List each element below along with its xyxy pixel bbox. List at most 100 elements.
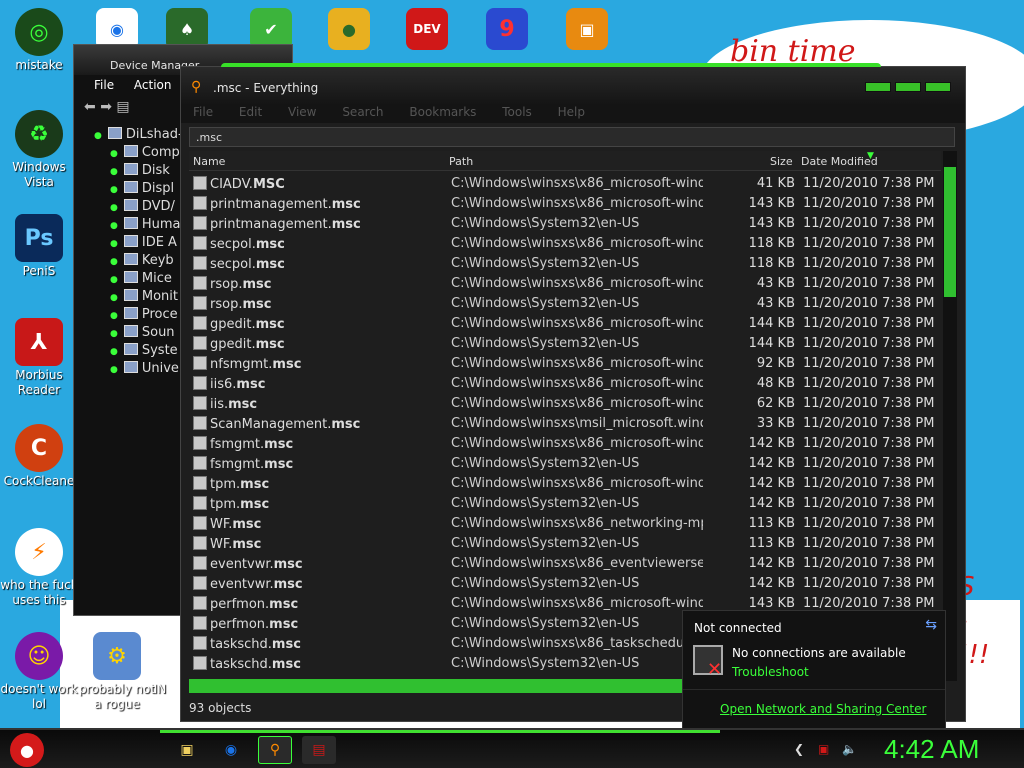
msc-file-icon bbox=[193, 456, 207, 470]
result-row[interactable]: iis.msc C:\Windows\winsxs\x86_microsoft-w… bbox=[189, 393, 941, 413]
result-date: 11/20/2010 7:38 PM bbox=[803, 296, 935, 311]
chrome-icon[interactable]: ◉ bbox=[214, 736, 248, 764]
everything-search-icon[interactable]: ⚲ bbox=[258, 736, 292, 764]
result-row[interactable]: rsop.msc C:\Windows\System32\en-US 43 KB 11… bbox=[189, 293, 941, 313]
device-manager-icon[interactable]: ▤ bbox=[302, 736, 336, 764]
result-row[interactable]: eventvwr.msc C:\Windows\winsxs\x86_eventv… bbox=[189, 553, 941, 573]
menu-file[interactable]: File bbox=[193, 105, 213, 119]
result-row[interactable]: gpedit.msc C:\Windows\winsxs\x86_microsof… bbox=[189, 313, 941, 333]
menu-tools[interactable]: Tools bbox=[502, 105, 532, 119]
result-row[interactable]: tpm.msc C:\Windows\winsxs\x86_microsoft-w… bbox=[189, 473, 941, 493]
desktop-icon-photoshop[interactable]: Ps PeniS bbox=[0, 214, 78, 279]
result-row[interactable]: WF.msc C:\Windows\winsxs\x86_networking-m… bbox=[189, 513, 941, 533]
vertical-scrollbar[interactable] bbox=[943, 151, 957, 681]
minimize-button[interactable] bbox=[865, 82, 891, 92]
search-input[interactable]: .msc bbox=[189, 127, 955, 147]
result-row[interactable]: nfsmgmt.msc C:\Windows\winsxs\x86_microso… bbox=[189, 353, 941, 373]
sort-arrow-icon: ▼ bbox=[867, 151, 874, 161]
maximize-button[interactable] bbox=[895, 82, 921, 92]
device-icon bbox=[123, 343, 138, 355]
msc-file-icon bbox=[193, 556, 207, 570]
explorer-icon[interactable]: ▣ bbox=[170, 736, 204, 764]
dev-cpp-icon[interactable]: DEV bbox=[406, 8, 448, 50]
start-button[interactable]: ● bbox=[10, 733, 44, 767]
result-date: 11/20/2010 7:38 PM bbox=[803, 276, 935, 291]
desktop-icon-yahoo[interactable]: ☺ doesn't work lol bbox=[0, 632, 78, 712]
forward-arrow-icon[interactable]: ➡ bbox=[100, 99, 112, 115]
winamp-icon: ⚡ bbox=[15, 528, 63, 576]
result-path: C:\Windows\winsxs\x86_microsoft-windo... bbox=[451, 596, 703, 611]
desktop-icon-winamp[interactable]: ⚡ who the fuck uses this bbox=[0, 528, 78, 608]
refresh-icon[interactable]: ⇆ bbox=[925, 617, 937, 633]
taskbar-glow bbox=[160, 730, 720, 733]
result-row[interactable]: rsop.msc C:\Windows\winsxs\x86_microsoft-… bbox=[189, 273, 941, 293]
ccleaner-icon: C bbox=[15, 424, 63, 472]
result-date: 11/20/2010 7:38 PM bbox=[803, 236, 935, 251]
menu-view[interactable]: View bbox=[288, 105, 316, 119]
result-date: 11/20/2010 7:38 PM bbox=[803, 476, 935, 491]
device-icon bbox=[123, 289, 138, 301]
clock[interactable]: 4:42 AM bbox=[884, 734, 979, 765]
result-path: C:\Windows\winsxs\x86_eventviewersett... bbox=[451, 556, 703, 571]
expand-bullet-icon: ● bbox=[110, 347, 118, 357]
game-icon[interactable]: ▣ bbox=[566, 8, 608, 50]
photoshop-icon: Ps bbox=[15, 214, 63, 262]
msc-file-icon bbox=[193, 196, 207, 210]
result-row[interactable]: printmanagement.msc C:\Windows\winsxs\x86… bbox=[189, 193, 941, 213]
volume-icon[interactable]: 🔈 bbox=[842, 742, 857, 756]
menu-file[interactable]: File bbox=[94, 78, 114, 92]
result-row[interactable]: WF.msc C:\Windows\System32\en-US 113 KB 11/… bbox=[189, 533, 941, 553]
result-row[interactable]: secpol.msc C:\Windows\winsxs\x86_microsof… bbox=[189, 233, 941, 253]
desktop-icon-windows-vista[interactable]: ♻ Windows Vista bbox=[0, 110, 78, 190]
expand-bullet-icon: ● bbox=[110, 203, 118, 213]
opera-icon[interactable]: 9 bbox=[486, 8, 528, 50]
result-name: printmanagement.msc bbox=[193, 196, 439, 212]
menu-bookmarks[interactable]: Bookmarks bbox=[409, 105, 476, 119]
result-name: rsop.msc bbox=[193, 276, 439, 292]
back-arrow-icon[interactable]: ⬅ bbox=[84, 99, 96, 115]
result-row[interactable]: tpm.msc C:\Windows\System32\en-US 142 KB 11… bbox=[189, 493, 941, 513]
troubleshoot-link[interactable]: Troubleshoot bbox=[732, 665, 809, 679]
result-path: C:\Windows\System32\en-US bbox=[451, 456, 640, 471]
result-size: 142 KB bbox=[748, 496, 795, 511]
properties-icon[interactable]: ▤ bbox=[116, 99, 129, 115]
menu-edit[interactable]: Edit bbox=[239, 105, 262, 119]
result-size: 143 KB bbox=[748, 596, 795, 611]
menu-help[interactable]: Help bbox=[558, 105, 585, 119]
column-header-size[interactable]: Size bbox=[770, 155, 793, 168]
result-row[interactable]: secpol.msc C:\Windows\System32\en-US 118 K… bbox=[189, 253, 941, 273]
desktop-icon-reader[interactable]: ⅄ Morbius Reader bbox=[0, 318, 78, 398]
result-row[interactable]: printmanagement.msc C:\Windows\System32\e… bbox=[189, 213, 941, 233]
result-path: C:\Windows\winsxs\x86_microsoft-windo... bbox=[451, 316, 703, 331]
result-row[interactable]: fsmgmt.msc C:\Windows\System32\en-US 142 K… bbox=[189, 453, 941, 473]
result-row[interactable]: eventvwr.msc C:\Windows\System32\en-US 142… bbox=[189, 573, 941, 593]
desktop-icon-label: doesn't work lol bbox=[0, 682, 78, 711]
result-row[interactable]: iis6.msc C:\Windows\winsxs\x86_microsoft-… bbox=[189, 373, 941, 393]
column-header-name[interactable]: Name bbox=[193, 155, 225, 168]
result-name: taskschd.msc bbox=[193, 656, 439, 672]
network-error-icon[interactable]: ▣ bbox=[818, 742, 829, 756]
desktop-icon-label: Morbius Reader bbox=[15, 368, 63, 397]
menu-search[interactable]: Search bbox=[342, 105, 383, 119]
result-size: 92 KB bbox=[756, 356, 795, 371]
green-orb-icon: ◎ bbox=[15, 8, 63, 56]
scrollbar-thumb[interactable] bbox=[944, 167, 956, 297]
result-row[interactable]: gpedit.msc C:\Windows\System32\en-US 144 K… bbox=[189, 333, 941, 353]
tray-chevron-icon[interactable]: ❮ bbox=[794, 742, 804, 756]
device-icon bbox=[123, 199, 138, 211]
desktop-icon-ccleaner[interactable]: C CockCleane bbox=[0, 424, 78, 489]
desktop-icon-label: who the fuck uses this bbox=[0, 578, 78, 607]
close-button[interactable] bbox=[925, 82, 951, 92]
result-date: 11/20/2010 7:38 PM bbox=[803, 336, 935, 351]
everything-titlebar[interactable]: ⚲ .msc - Everything bbox=[181, 67, 965, 105]
bad-piggies-icon[interactable]: ● bbox=[328, 8, 370, 50]
desktop-icon-in[interactable]: IN bbox=[140, 632, 180, 697]
column-header-path[interactable]: Path bbox=[449, 155, 473, 168]
menu-action[interactable]: Action bbox=[134, 78, 172, 92]
result-row[interactable]: CIADV.MSC C:\Windows\winsxs\x86_microsoft… bbox=[189, 173, 941, 193]
result-row[interactable]: ScanManagement.msc C:\Windows\winsxs\msil… bbox=[189, 413, 941, 433]
result-path: C:\Windows\winsxs\x86_microsoft-windo... bbox=[451, 236, 703, 251]
desktop-icon-mistake[interactable]: ◎ mistake bbox=[0, 8, 78, 73]
open-network-center-link[interactable]: Open Network and Sharing Center bbox=[720, 702, 926, 716]
result-row[interactable]: fsmgmt.msc C:\Windows\winsxs\x86_microsof… bbox=[189, 433, 941, 453]
